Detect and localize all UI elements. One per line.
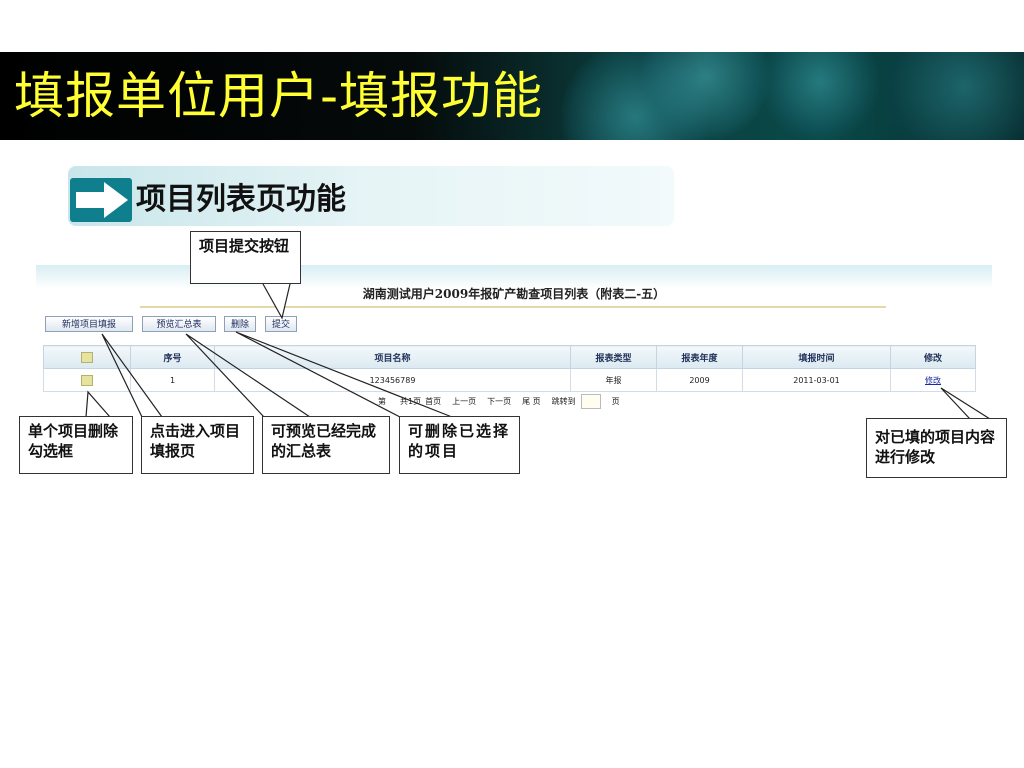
table-header-row: 序号 项目名称 报表类型 报表年度 填报时间 修改 [43,345,976,369]
project-table: 序号 项目名称 报表类型 报表年度 填报时间 修改 1 123456789 年报… [43,345,976,392]
row-checkbox-cell[interactable] [43,368,131,392]
row-report-year: 2009 [656,368,743,392]
callout-checkbox: 单个项目删除勾选框 [19,416,133,474]
pager-next-link[interactable]: 下一页 [487,397,511,406]
checkbox-icon[interactable] [81,351,93,363]
pager-page-label: 第 [378,397,386,406]
callout-modify: 对已填的项目内容进行修改 [866,418,1007,478]
title-banner: 填报单位用户-填报功能 [0,52,1024,140]
bubble-decoration [880,52,1024,140]
pager-first-link[interactable]: 首页 [425,397,441,406]
row-index: 1 [130,368,215,392]
header-time: 填报时间 [742,345,891,369]
report-title: 湖南测试用户2009年报矿产勘查项目列表（附表二-五） [362,287,666,301]
slide-top-margin [0,0,1024,52]
row-modify-cell: 修改 [890,368,976,392]
pager-prev-link[interactable]: 上一页 [452,397,476,406]
slide-title: 填报单位用户-填报功能 [14,67,544,125]
pager-total: 共1页 [400,397,422,406]
pager-unit: 页 [611,397,620,406]
header-name: 项目名称 [214,345,571,369]
callout-submit: 项目提交按钮 [190,231,301,284]
pager-jump-label: 跳转到 [551,397,576,406]
submit-button[interactable]: 提交 [265,316,297,332]
delete-button[interactable]: 删除 [224,316,256,332]
row-project-name[interactable]: 123456789 [214,368,571,392]
modify-link[interactable]: 修改 [925,376,941,385]
header-year: 报表年度 [656,345,743,369]
row-report-type: 年报 [570,368,657,392]
bubble-decoration [760,52,880,140]
section-title: 项目列表页功能 [136,182,346,217]
header-modify: 修改 [890,345,976,369]
title-divider [140,306,886,308]
table-row: 1 123456789 年报 2009 2011-03-01 修改 [43,368,976,392]
pagination: 第 共1页 首页 上一页 下一页 尾 页 跳转到 页 [378,392,631,412]
pager-last-link[interactable]: 尾 页 [522,397,541,406]
arrow-right-icon [70,178,132,222]
header-select-all[interactable] [43,345,131,369]
embedded-screenshot: 湖南测试用户2009年报矿产勘查项目列表（附表二-五） 新增项目填报 预览汇总表… [36,265,992,413]
callout-preview: 可预览已经完成的汇总表 [262,416,390,474]
checkbox-icon[interactable] [81,374,93,386]
header-index: 序号 [130,345,215,369]
callout-enter: 点击进入项目填报页 [141,416,254,474]
callout-delete: 可删除已选择的项目 [399,416,520,474]
preview-summary-button[interactable]: 预览汇总表 [142,316,216,332]
page-jump-input[interactable] [580,394,601,409]
new-project-button[interactable]: 新增项目填报 [45,316,133,332]
header-type: 报表类型 [570,345,657,369]
row-fill-time: 2011-03-01 [742,368,891,392]
